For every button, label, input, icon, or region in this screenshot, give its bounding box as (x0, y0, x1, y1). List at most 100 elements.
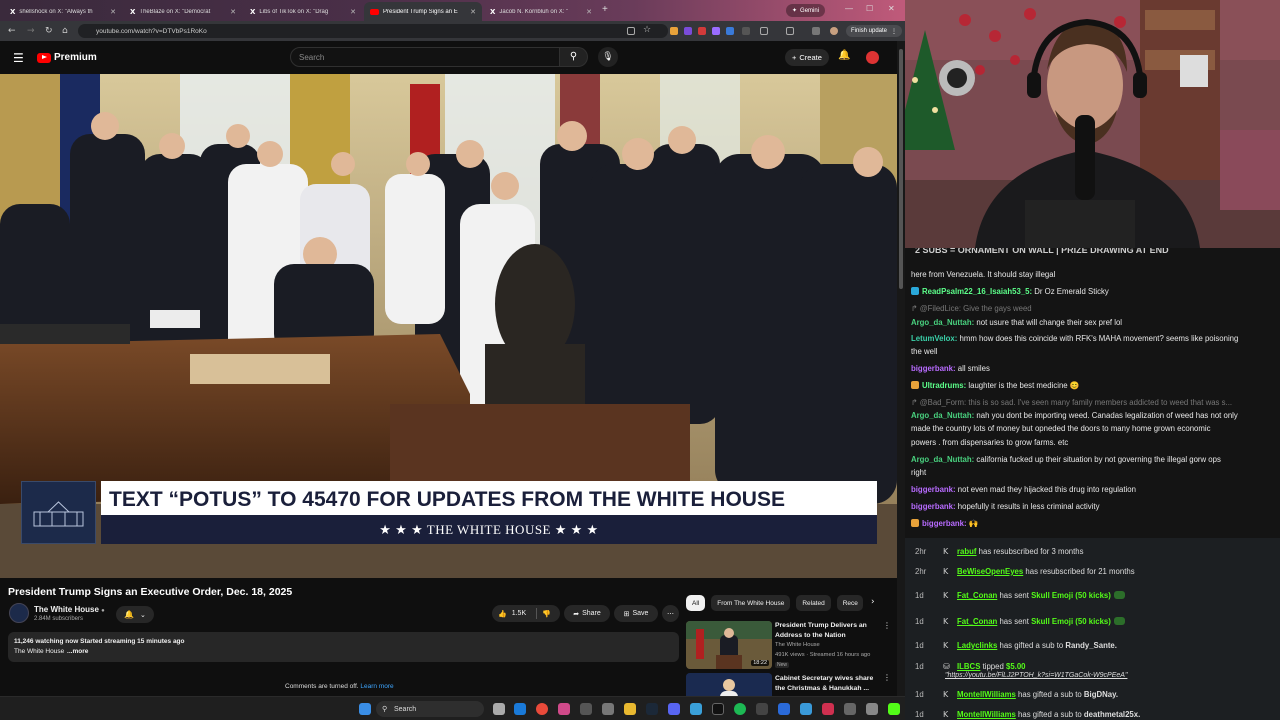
like-count[interactable]: 1.5K (512, 610, 526, 617)
kick-icon[interactable] (888, 703, 900, 715)
search-input[interactable]: Search (290, 47, 560, 67)
voice-search-button[interactable]: 🎙 (598, 47, 618, 67)
discord-icon[interactable] (668, 703, 680, 715)
new-tab-icon[interactable]: + (602, 4, 608, 15)
chat-username[interactable]: Argo_da_Nuttah: (911, 318, 974, 327)
chat-username[interactable]: biggerbank: (911, 502, 956, 511)
browser-tab[interactable]: X Jacob N. Kornbluh on X: " ✕ (484, 2, 598, 21)
chat-username[interactable]: @Bad_Form: (920, 398, 966, 407)
event-username[interactable]: BeWiseOpenEyes (957, 567, 1023, 576)
edge-browser-icon[interactable] (514, 703, 526, 715)
gift-recipient[interactable]: Randy_Sante. (1065, 641, 1117, 650)
profile-avatar[interactable] (830, 27, 838, 35)
create-button[interactable]: + Create (785, 49, 829, 66)
video-thumbnail[interactable]: 18:22 (686, 621, 772, 669)
chat-username[interactable]: biggerbank: (911, 485, 956, 494)
taskbar-search[interactable]: ⚲ Search (376, 701, 484, 717)
spotify-icon[interactable] (734, 703, 746, 715)
thumbs-down-icon[interactable]: 👎 (542, 610, 551, 618)
kebab-menu-icon[interactable]: ⋮ (883, 621, 891, 630)
chat-username[interactable]: Argo_da_Nuttah: (911, 455, 974, 464)
thumbs-up-icon[interactable]: 👍 (498, 610, 507, 618)
event-username[interactable]: Ladyclinks (957, 641, 997, 650)
app-icon[interactable] (712, 703, 724, 715)
close-tab-icon[interactable]: ✕ (110, 8, 116, 16)
close-tab-icon[interactable]: ✕ (350, 8, 356, 16)
gift-recipient[interactable]: deathmetal25x. (1084, 710, 1140, 719)
share-button[interactable]: ➦ Share (564, 605, 610, 622)
recommended-video[interactable]: 18:22 President Trump Delivers an Addres… (686, 621, 891, 671)
task-view-icon[interactable] (493, 703, 505, 715)
chip-from-channel[interactable]: From The White House (711, 595, 791, 611)
extension-icon[interactable] (684, 27, 692, 35)
browser-tab[interactable]: X Libs of TikTok on X: "Drag ✕ (244, 2, 362, 21)
finish-update-button[interactable]: Finish update ⋮ (846, 25, 903, 37)
scrollbar-thumb[interactable] (899, 49, 903, 289)
bookmark-star-icon[interactable]: ☆ (643, 25, 651, 35)
extension-icon[interactable] (712, 27, 720, 35)
event-username[interactable]: Fat_Conan (957, 591, 997, 600)
recommended-channel[interactable]: The White House (775, 642, 820, 648)
page-scrollbar[interactable] (897, 41, 905, 696)
app-icon[interactable] (822, 703, 834, 715)
windows-start-icon[interactable] (359, 703, 371, 715)
recommended-title[interactable]: President Trump Delivers an Address to t… (775, 621, 875, 640)
app-icon[interactable] (800, 703, 812, 715)
steam-icon[interactable] (646, 703, 658, 715)
event-username[interactable]: Fat_Conan (957, 617, 997, 626)
close-tab-icon[interactable]: ✕ (230, 8, 236, 16)
app-icon[interactable] (602, 703, 614, 715)
tip-message-link[interactable]: "https://youtu.be/FlLJ2PTOH_k?si=W1TGaCo… (945, 672, 1127, 679)
chat-username[interactable]: Argo_da_Nuttah: (911, 411, 974, 420)
chat-username[interactable]: LetumVelox: (911, 334, 957, 343)
kebab-menu-icon[interactable]: ⋮ (883, 673, 891, 682)
browser-tab[interactable]: X shellshock on X: "Always th ✕ (4, 2, 122, 21)
save-button[interactable]: ⊞ Save (614, 605, 658, 622)
chip-related[interactable]: Related (796, 595, 831, 611)
chat-username[interactable]: biggerbank: (922, 519, 967, 528)
browser-tab-active[interactable]: President Trump Signs an E ✕ (364, 2, 482, 21)
extension-icon[interactable] (742, 27, 750, 35)
subscription-bell-button[interactable]: 🔔 ⌄ (116, 606, 154, 623)
recommended-title[interactable]: Cabinet Secretary wives share the Christ… (775, 674, 875, 693)
downloads-icon[interactable] (812, 27, 820, 35)
chat-username[interactable]: @FiledLice: (920, 304, 961, 313)
event-username[interactable]: rabuf (957, 547, 977, 556)
extension-icon[interactable] (670, 27, 678, 35)
home-icon[interactable]: ⌂ (62, 26, 68, 36)
reload-icon[interactable]: ↻ (45, 26, 53, 36)
back-icon[interactable]: ← (8, 26, 16, 36)
chrome-icon[interactable] (536, 703, 548, 715)
channel-name[interactable]: The White House ● (34, 605, 105, 614)
forward-icon[interactable]: → (27, 26, 35, 36)
chip-recent[interactable]: Rece (836, 595, 863, 611)
chip-all[interactable]: All (686, 595, 706, 611)
chevron-right-icon[interactable]: › (871, 597, 875, 607)
close-window-icon[interactable]: ✕ (888, 4, 895, 13)
sidebar-icon[interactable] (786, 27, 794, 35)
extension-icon[interactable] (698, 27, 706, 35)
learn-more-link[interactable]: Learn more (360, 683, 393, 690)
recommended-video[interactable]: Cabinet Secretary wives share the Christ… (686, 673, 891, 696)
extensions-puzzle-icon[interactable] (760, 27, 768, 35)
event-username[interactable]: MontellWilliams (957, 710, 1016, 719)
video-thumbnail[interactable] (686, 673, 772, 696)
video-player[interactable]: TEXT “POTUS” TO 45470 FOR UPDATES FROM T… (0, 74, 897, 578)
search-button[interactable]: ⚲ (560, 47, 588, 67)
app-icon[interactable] (690, 703, 702, 715)
event-username[interactable]: MontellWilliams (957, 690, 1016, 699)
close-tab-icon[interactable]: ✕ (470, 8, 476, 16)
maximize-icon[interactable]: ☐ (866, 4, 873, 13)
gemini-button[interactable]: ✦ Gemini (786, 4, 826, 17)
video-description-box[interactable]: 11,246 watching now Started streaming 15… (8, 632, 679, 662)
address-bar[interactable]: youtube.com/watch?v=DTVbPs1RoKo (78, 24, 668, 38)
app-icon[interactable] (558, 703, 570, 715)
app-icon[interactable] (866, 703, 878, 715)
chat-username[interactable]: Ultradrums: (922, 381, 966, 390)
browser-tab[interactable]: X TheBlaze on X: "Democrat ✕ (124, 2, 242, 21)
hamburger-menu-icon[interactable]: ☰ (13, 51, 24, 65)
file-explorer-icon[interactable] (624, 703, 636, 715)
app-icon[interactable] (844, 703, 856, 715)
app-icon[interactable] (756, 703, 768, 715)
app-icon[interactable] (778, 703, 790, 715)
